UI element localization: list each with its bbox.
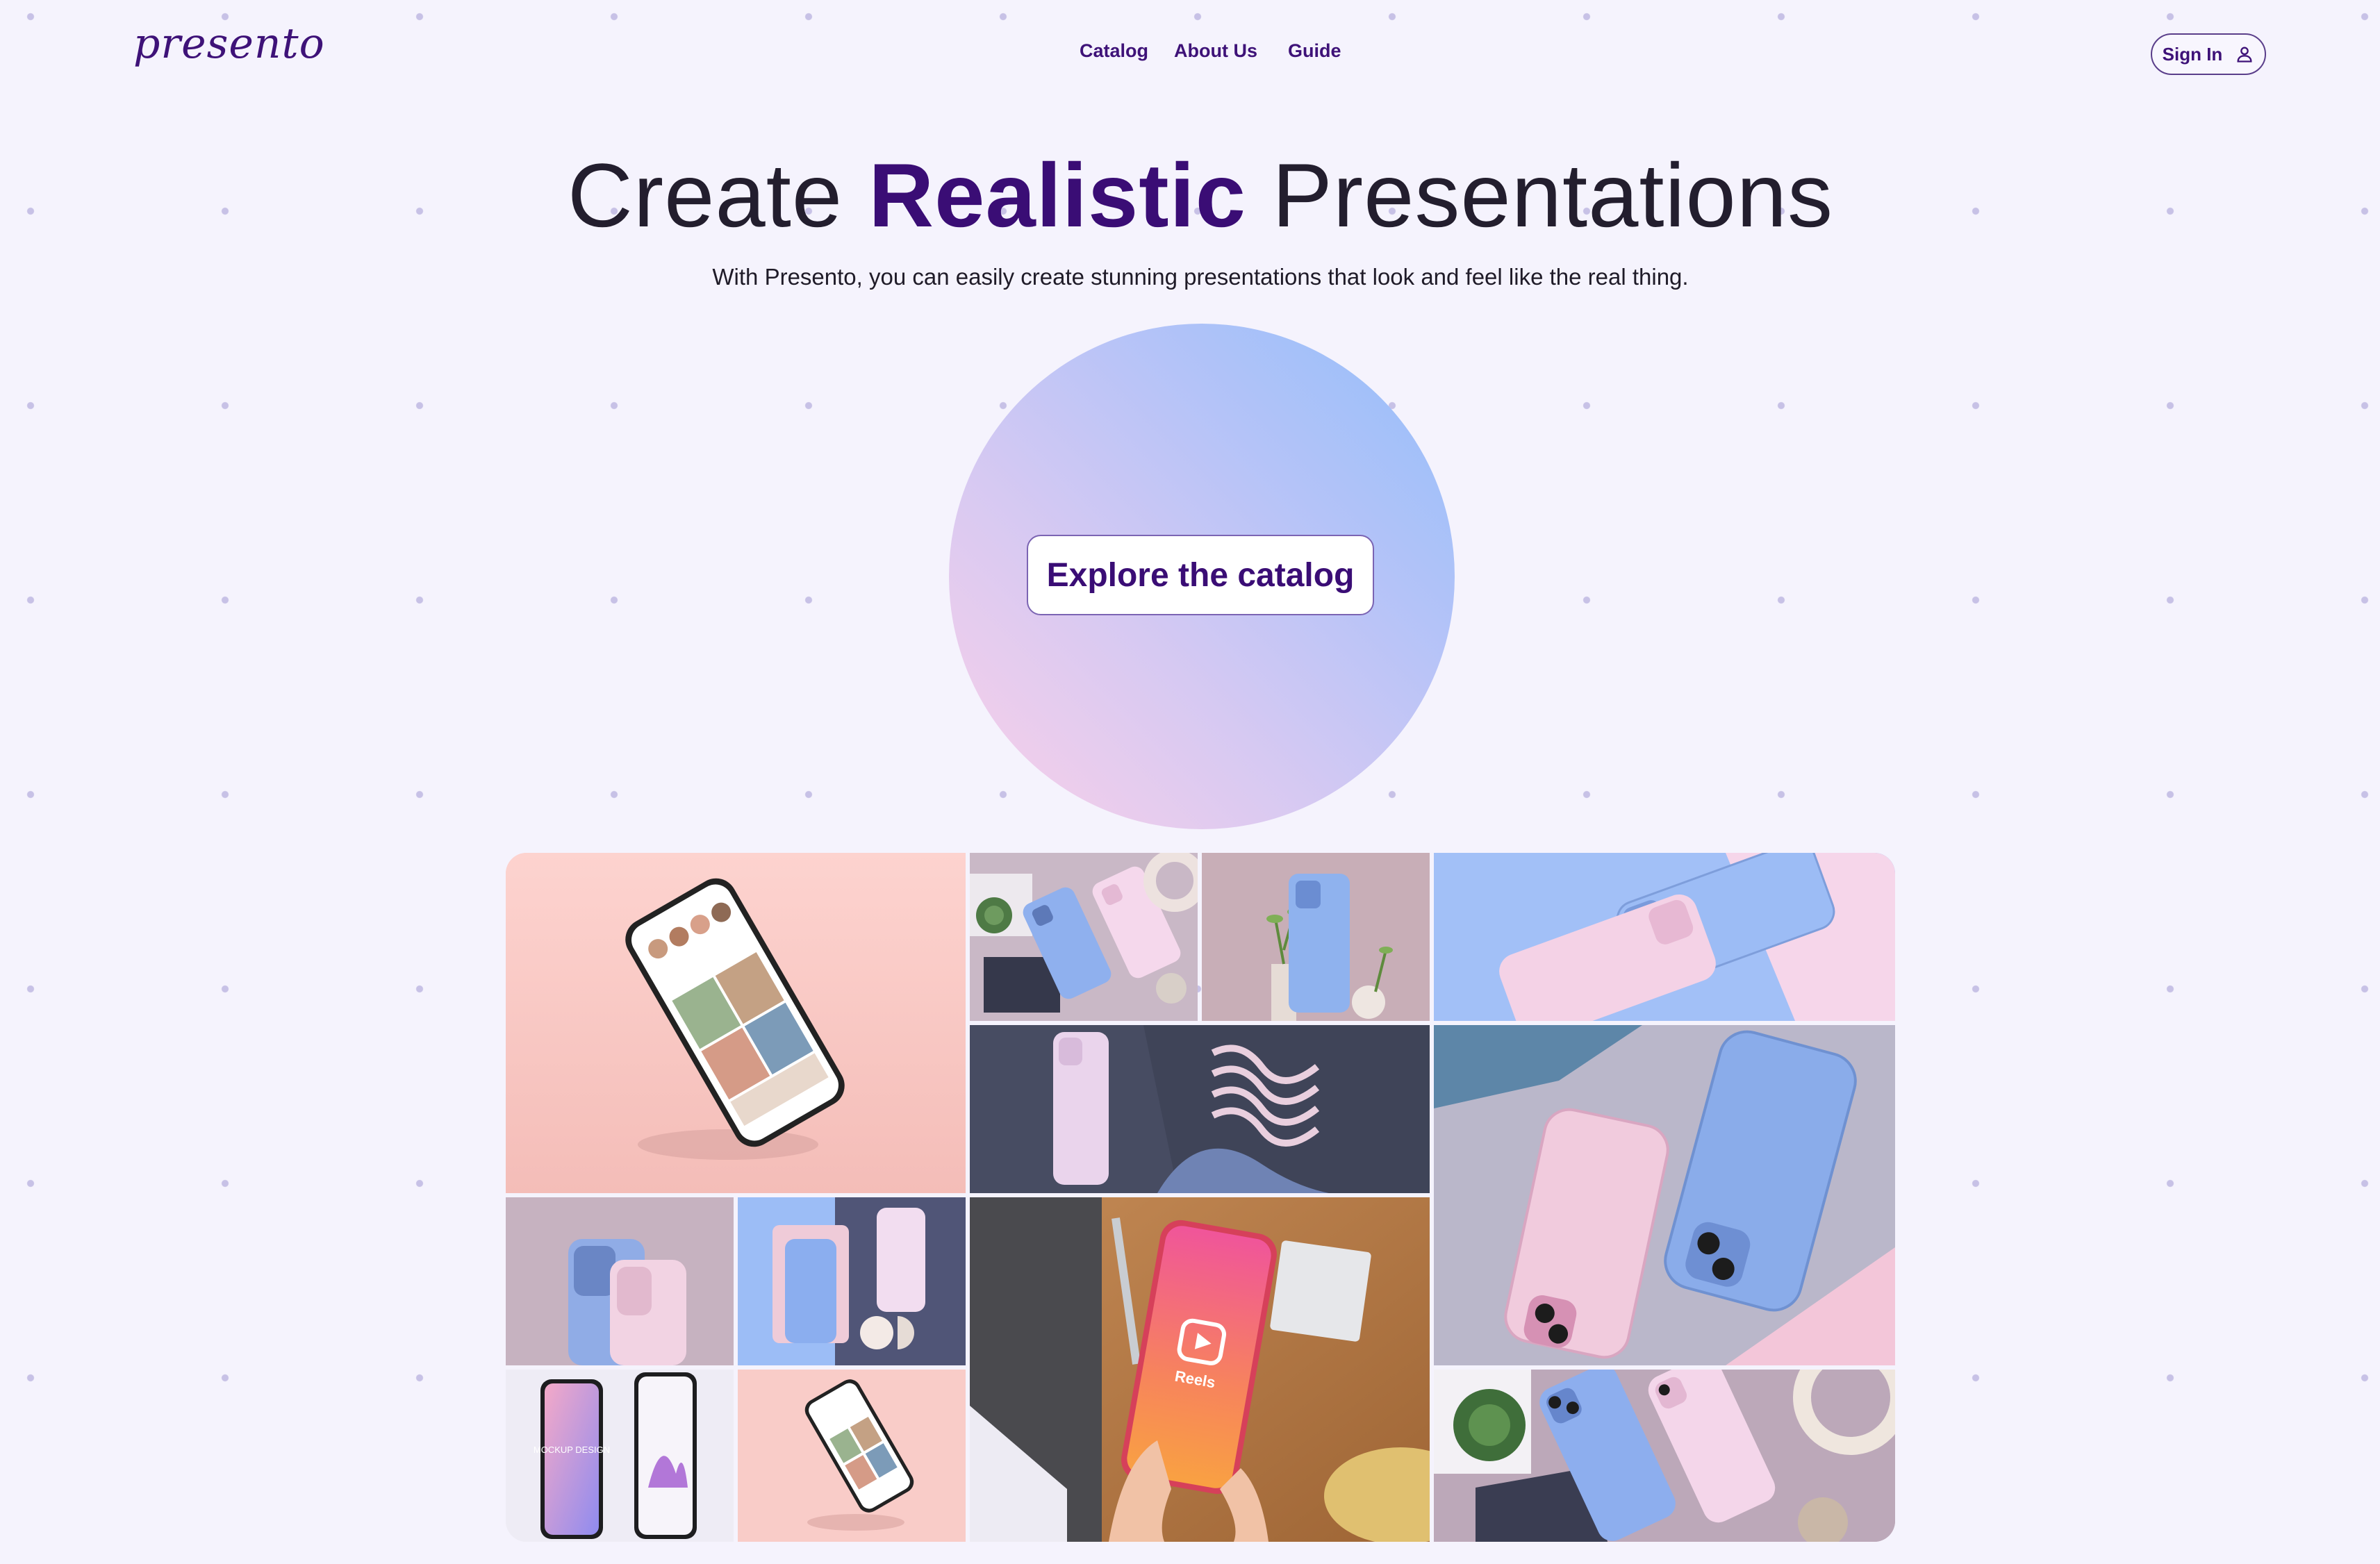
gallery-tile-large-phones-flatlay[interactable] xyxy=(1434,1025,1895,1365)
main-nav: Catalog About Us Guide xyxy=(0,40,2380,68)
blue-phone-plants-image xyxy=(1202,853,1430,1021)
gallery-tile-phone-back-cameras[interactable] xyxy=(506,1197,734,1365)
gallery-tile-wave-stand[interactable] xyxy=(738,1197,966,1365)
mockup-screen-label: MOCKUP DESIGN xyxy=(534,1445,610,1455)
large-phones-flatlay-image xyxy=(1434,1025,1895,1365)
user-icon xyxy=(2237,47,2252,63)
hero-title-accent: Realistic xyxy=(868,144,1246,246)
gallery-tile-hands-reels[interactable]: Reels xyxy=(970,1197,1430,1542)
nav-link-catalog[interactable]: Catalog xyxy=(1080,40,1148,62)
hero-title-suffix: Presentations xyxy=(1272,144,1834,246)
gallery-tile-small-floating-phone[interactable] xyxy=(738,1370,966,1542)
phone-back-cameras-image xyxy=(506,1197,734,1365)
nav-link-about-us[interactable]: About Us xyxy=(1174,40,1257,62)
sign-in-button[interactable]: Sign In xyxy=(2151,33,2266,75)
site-header: presento Catalog About Us Guide Sign In xyxy=(0,0,2380,111)
sign-in-label: Sign In xyxy=(2162,43,2223,65)
nav-link-guide[interactable]: Guide xyxy=(1288,40,1341,62)
mockup-gallery: Reels MOCKUP DESIGN xyxy=(506,853,1895,1542)
hands-reels-image: Reels xyxy=(970,1197,1430,1542)
gallery-tile-mockup-design-screens[interactable]: MOCKUP DESIGN xyxy=(506,1370,734,1542)
explore-catalog-button[interactable]: Explore the catalog xyxy=(1027,535,1374,615)
small-floating-phone-image xyxy=(738,1370,966,1542)
mockup-design-screens-image: MOCKUP DESIGN xyxy=(506,1370,734,1542)
pink-phone-wave-image xyxy=(970,1025,1430,1193)
gallery-tile-plant-ring[interactable] xyxy=(1434,1370,1895,1542)
phones-succulent-image xyxy=(970,853,1198,1021)
floating-phone-image xyxy=(506,853,966,1193)
wave-stand-image xyxy=(738,1197,966,1365)
hero-subtitle: With Presento, you can easily create stu… xyxy=(712,264,1689,290)
blue-pink-flatlay-image xyxy=(1434,853,1895,1021)
hero-title: Create Realistic Presentations xyxy=(0,143,2380,247)
gallery-tile-floating-phone[interactable] xyxy=(506,853,966,1193)
gallery-tile-blue-phone-plants[interactable] xyxy=(1202,853,1430,1021)
gallery-tile-phones-succulent[interactable] xyxy=(970,853,1198,1021)
plant-ring-image xyxy=(1434,1370,1895,1542)
gallery-tile-pink-phone-wave[interactable] xyxy=(970,1025,1430,1193)
gallery-tile-blue-pink-flatlay[interactable] xyxy=(1434,853,1895,1021)
hero-title-prefix: Create xyxy=(567,144,843,246)
